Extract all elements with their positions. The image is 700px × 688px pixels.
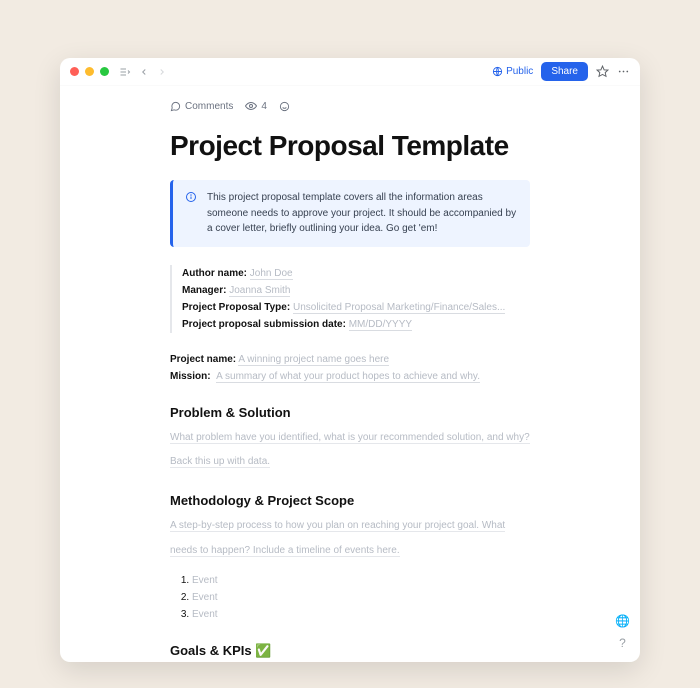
minimize-window-button[interactable] [85,67,94,76]
event-placeholder: Event [192,592,218,603]
window-controls [70,67,109,76]
method-heading[interactable]: Methodology & Project Scope [170,493,530,508]
author-meta-block[interactable]: Author name: John Doe Manager: Joanna Sm… [170,265,530,333]
author-label: Author name: [182,268,247,279]
manager-placeholder[interactable]: Joanna Smith [229,285,290,297]
help-icon[interactable]: ? [619,636,626,650]
star-icon[interactable] [596,65,609,78]
info-icon [185,191,197,237]
comments-label: Comments [185,101,233,112]
problem-text-wrap[interactable]: What problem have you identified, what i… [170,424,530,474]
manager-line: Manager: Joanna Smith [182,282,530,299]
views-indicator[interactable]: 4 [245,100,267,112]
document-content: Comments 4 Project Proposal Template Thi… [60,86,640,662]
floating-actions: 🌐 ? [615,614,630,650]
project-name-placeholder[interactable]: A winning project name goes here [238,354,389,366]
author-line: Author name: John Doe [182,265,530,282]
list-item[interactable]: Event [192,606,530,623]
problem-text: What problem have you identified, what i… [170,432,530,469]
nav-forward-icon[interactable] [157,67,167,77]
events-list[interactable]: Event Event Event [170,572,530,623]
event-placeholder: Event [192,609,218,620]
method-text: A step-by-step process to how you plan o… [170,520,505,557]
mission-placeholder[interactable]: A summary of what your product hopes to … [216,371,480,383]
manager-label: Manager: [182,285,226,296]
nav-controls [119,66,167,78]
close-window-button[interactable] [70,67,79,76]
nav-back-icon[interactable] [139,67,149,77]
list-item[interactable]: Event [192,572,530,589]
type-label: Project Proposal Type: [182,302,290,313]
mission-label: Mission: [170,371,211,382]
more-icon[interactable] [617,65,630,78]
date-placeholder[interactable]: MM/DD/YYYY [349,319,412,331]
method-text-wrap[interactable]: A step-by-step process to how you plan o… [170,512,530,562]
title-actions: Public Share [492,62,630,81]
globe-icon[interactable]: 🌐 [615,614,630,628]
goals-heading[interactable]: Goals & KPIs ✅ [170,643,530,659]
type-line: Project Proposal Type: Unsolicited Propo… [182,299,530,316]
sidebar-toggle-icon[interactable] [119,66,131,78]
event-placeholder: Event [192,575,218,586]
doc-meta-row: Comments 4 [170,100,530,112]
public-label: Public [506,66,533,77]
share-button[interactable]: Share [541,62,588,81]
callout-text: This project proposal template covers al… [207,190,518,237]
app-window: Public Share Comments 4 Proj [60,58,640,662]
comments-button[interactable]: Comments [170,101,233,112]
view-count: 4 [261,101,267,112]
type-placeholder[interactable]: Unsolicited Proposal Marketing/Finance/S… [293,302,505,314]
problem-heading[interactable]: Problem & Solution [170,405,530,420]
mission-line[interactable]: Mission: A summary of what your product … [170,368,530,385]
list-item[interactable]: Event [192,589,530,606]
author-placeholder[interactable]: John Doe [250,268,293,280]
public-button[interactable]: Public [492,66,533,77]
project-name-line[interactable]: Project name: A winning project name goe… [170,351,530,368]
zoom-window-button[interactable] [100,67,109,76]
document-title[interactable]: Project Proposal Template [170,130,530,162]
info-callout[interactable]: This project proposal template covers al… [170,180,530,247]
reactions-button[interactable] [279,101,290,112]
date-label: Project proposal submission date: [182,319,346,330]
titlebar: Public Share [60,58,640,86]
project-name-label: Project name: [170,354,236,365]
date-line: Project proposal submission date: MM/DD/… [182,316,530,333]
